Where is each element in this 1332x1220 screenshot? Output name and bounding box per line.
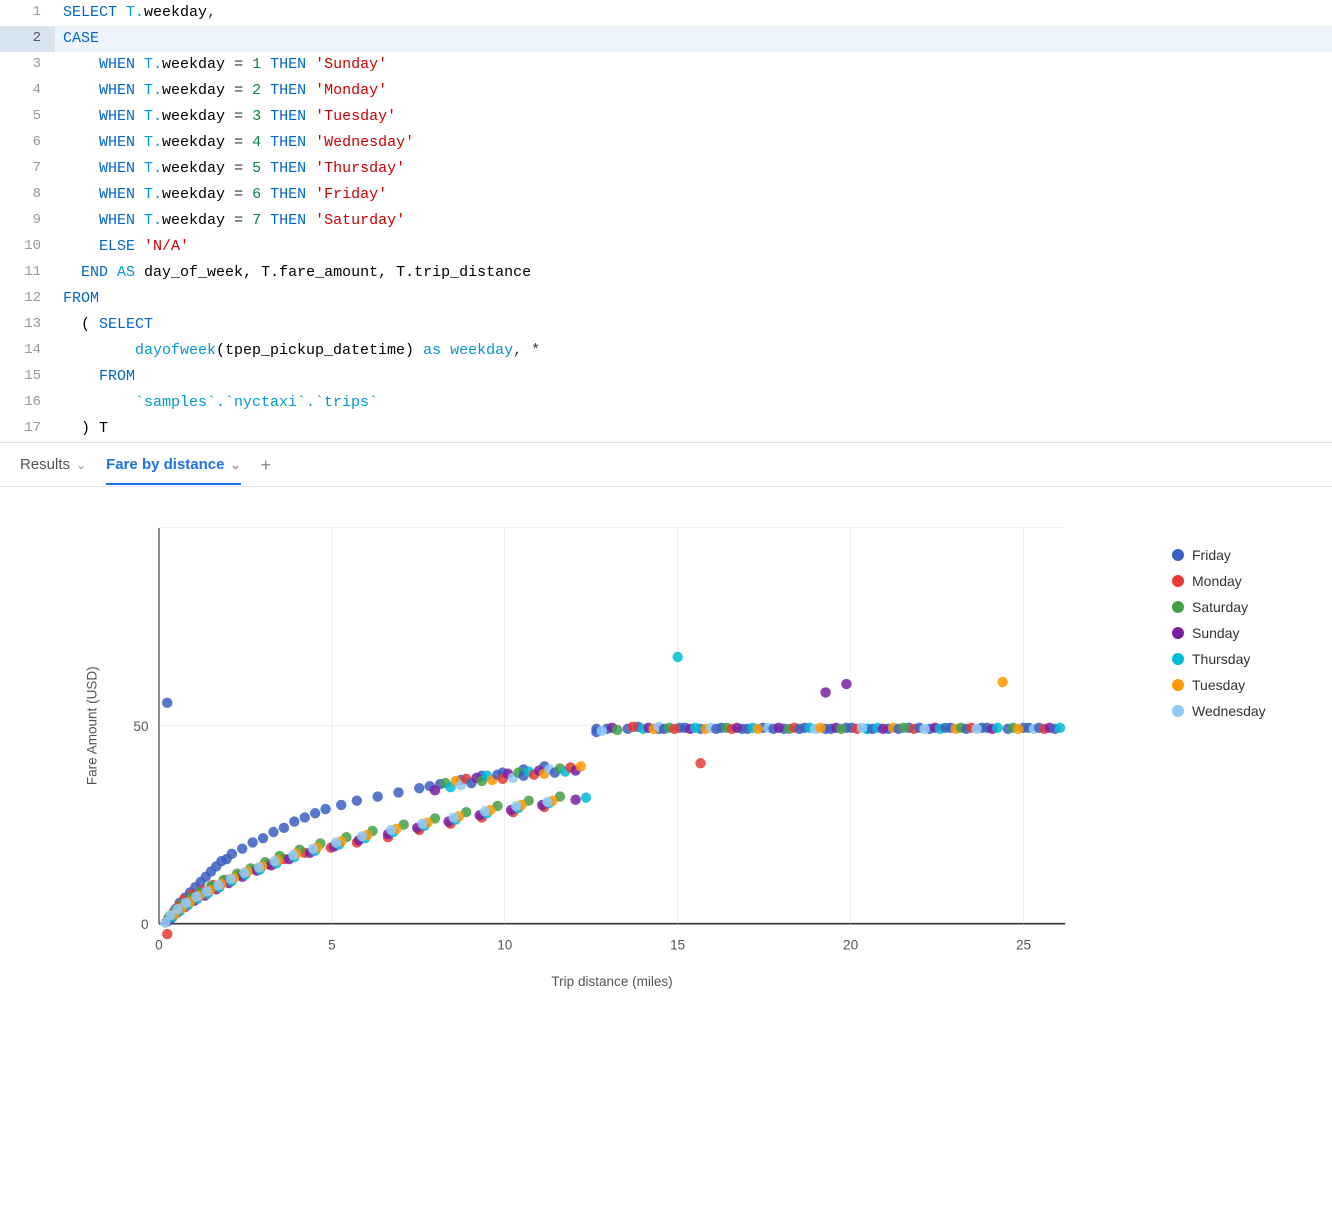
tab-results[interactable]: Results ⌄ <box>20 456 86 485</box>
legend-dot-saturday <box>1172 601 1184 613</box>
legend-item-monday: Monday <box>1172 573 1312 589</box>
line-content-14: dayofweek(tpep_pickup_datetime) as weekd… <box>55 338 1332 364</box>
tab-results-label: Results <box>20 456 70 473</box>
legend-label-saturday: Saturday <box>1192 599 1248 615</box>
line-number-9: 9 <box>0 208 55 234</box>
chart-area: 0 50 0 5 10 15 20 25 Fare Amount (USD) T… <box>0 487 1332 1027</box>
line-number-17: 17 <box>0 416 55 442</box>
legend-label-thursday: Thursday <box>1192 651 1250 667</box>
line-number-16: 16 <box>0 390 55 416</box>
line-content-8: WHEN T.weekday = 6 THEN 'Friday' <box>55 182 1332 208</box>
line-number-6: 6 <box>0 130 55 156</box>
legend-item-sunday: Sunday <box>1172 625 1312 641</box>
chart-legend: Friday Monday Saturday Sunday Thursday Tuesda… <box>1152 507 1312 729</box>
line-number-14: 14 <box>0 338 55 364</box>
svg-text:5: 5 <box>328 938 336 953</box>
svg-text:20: 20 <box>843 938 858 953</box>
line-content-2: CASE <box>55 26 1332 52</box>
svg-text:Trip distance (miles): Trip distance (miles) <box>551 974 672 989</box>
line-content-10: ELSE 'N/A' <box>55 234 1332 260</box>
legend-label-wednesday: Wednesday <box>1192 703 1266 719</box>
scatter-chart: 0 50 0 5 10 15 20 25 Fare Amount (USD) T… <box>20 507 1152 1007</box>
svg-text:10: 10 <box>497 938 512 953</box>
line-number-5: 5 <box>0 104 55 130</box>
legend-label-tuesday: Tuesday <box>1192 677 1245 693</box>
code-table: 1SELECT T.weekday,2CASE3 WHEN T.weekday … <box>0 0 1332 442</box>
code-editor: 1SELECT T.weekday,2CASE3 WHEN T.weekday … <box>0 0 1332 443</box>
tabs-bar: Results ⌄ Fare by distance ⌄ + <box>0 443 1332 487</box>
legend-label-sunday: Sunday <box>1192 625 1239 641</box>
legend-dot-friday <box>1172 549 1184 561</box>
line-content-17: ) T <box>55 416 1332 442</box>
line-content-16: `samples`.`nyctaxi`.`trips` <box>55 390 1332 416</box>
line-number-15: 15 <box>0 364 55 390</box>
results-section: Results ⌄ Fare by distance ⌄ + <box>0 443 1332 1027</box>
line-number-12: 12 <box>0 286 55 312</box>
legend-label-friday: Friday <box>1192 547 1231 563</box>
line-number-2: 2 <box>0 26 55 52</box>
svg-text:0: 0 <box>141 917 149 932</box>
legend-dot-sunday <box>1172 627 1184 639</box>
tab-fare-by-distance[interactable]: Fare by distance ⌄ <box>106 456 240 485</box>
line-content-13: ( SELECT <box>55 312 1332 338</box>
svg-text:Fare Amount (USD): Fare Amount (USD) <box>84 666 99 785</box>
line-number-1: 1 <box>0 0 55 26</box>
line-number-8: 8 <box>0 182 55 208</box>
legend-dot-monday <box>1172 575 1184 587</box>
line-content-5: WHEN T.weekday = 3 THEN 'Tuesday' <box>55 104 1332 130</box>
line-content-3: WHEN T.weekday = 1 THEN 'Sunday' <box>55 52 1332 78</box>
svg-text:50: 50 <box>133 719 148 734</box>
line-number-10: 10 <box>0 234 55 260</box>
legend-item-friday: Friday <box>1172 547 1312 563</box>
line-content-7: WHEN T.weekday = 5 THEN 'Thursday' <box>55 156 1332 182</box>
legend-item-wednesday: Wednesday <box>1172 703 1312 719</box>
line-number-11: 11 <box>0 260 55 286</box>
line-number-3: 3 <box>0 52 55 78</box>
legend-item-thursday: Thursday <box>1172 651 1312 667</box>
line-number-13: 13 <box>0 312 55 338</box>
legend-dot-thursday <box>1172 653 1184 665</box>
chevron-down-icon: ⌄ <box>76 458 86 472</box>
line-number-4: 4 <box>0 78 55 104</box>
legend-dot-tuesday <box>1172 679 1184 691</box>
chevron-down-icon-2: ⌄ <box>230 458 240 472</box>
svg-text:25: 25 <box>1016 938 1031 953</box>
svg-text:0: 0 <box>155 938 163 953</box>
legend-item-tuesday: Tuesday <box>1172 677 1312 693</box>
svg-text:15: 15 <box>670 938 685 953</box>
legend-item-saturday: Saturday <box>1172 599 1312 615</box>
tab-fare-label: Fare by distance <box>106 456 224 473</box>
legend-label-monday: Monday <box>1192 573 1242 589</box>
line-content-12: FROM <box>55 286 1332 312</box>
line-number-7: 7 <box>0 156 55 182</box>
line-content-9: WHEN T.weekday = 7 THEN 'Saturday' <box>55 208 1332 234</box>
line-content-1: SELECT T.weekday, <box>55 0 1332 26</box>
legend-dot-wednesday <box>1172 705 1184 717</box>
line-content-4: WHEN T.weekday = 2 THEN 'Monday' <box>55 78 1332 104</box>
line-content-11: END AS day_of_week, T.fare_amount, T.tri… <box>55 260 1332 286</box>
tab-add-button[interactable]: + <box>261 455 272 486</box>
line-content-15: FROM <box>55 364 1332 390</box>
line-content-6: WHEN T.weekday = 4 THEN 'Wednesday' <box>55 130 1332 156</box>
